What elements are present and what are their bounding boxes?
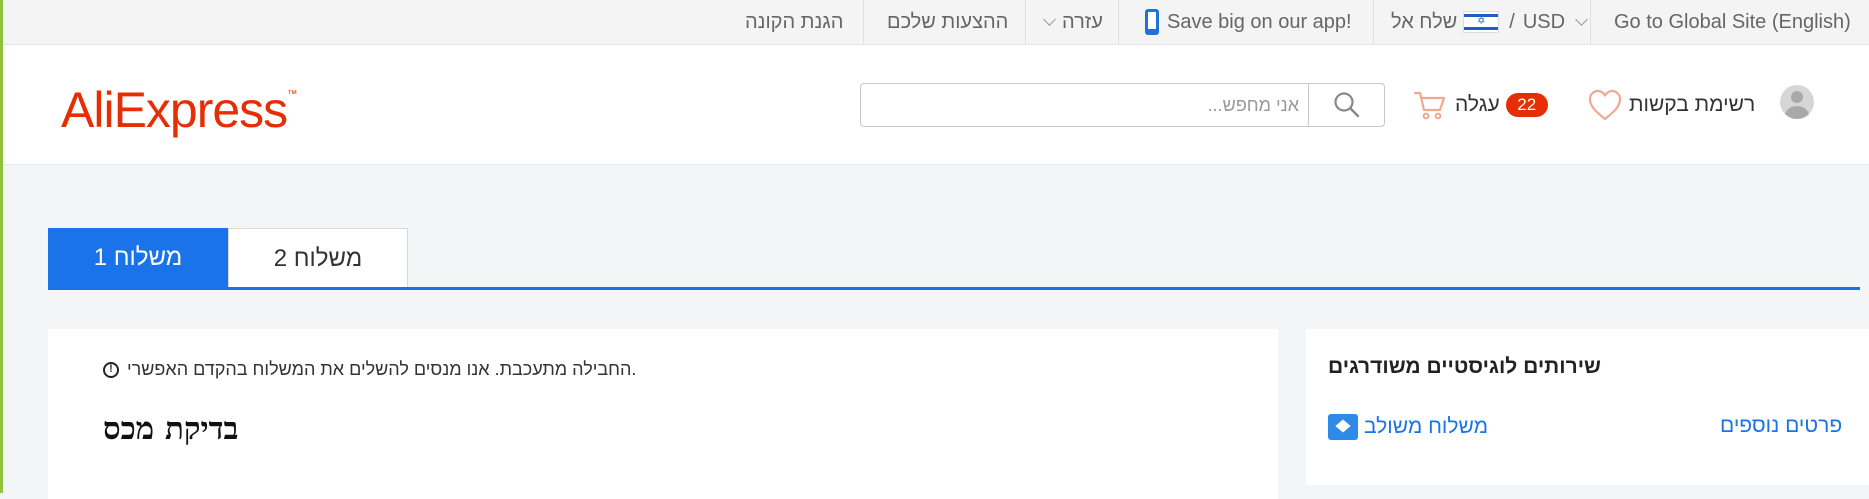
search-box — [860, 83, 1385, 127]
app-promo-link[interactable]: Save big on our app! — [1145, 0, 1352, 44]
wishlist-label: רשימת בקשות — [1629, 93, 1756, 116]
divider — [1590, 0, 1591, 44]
delay-notice: ! החבילה מתעכבת. אנו מנסים להשלים את המש… — [103, 359, 636, 380]
chevron-down-icon — [1575, 13, 1588, 26]
tab-shipment-1[interactable]: משלוח 1 — [48, 228, 228, 288]
chevron-down-icon — [1043, 13, 1056, 26]
global-site-link[interactable]: Go to Global Site (English) — [1614, 0, 1851, 44]
ship-to-currency-selector[interactable]: שלח אל ✡ / USD — [1391, 0, 1592, 44]
wishlist-button[interactable]: רשימת בקשות — [1587, 85, 1755, 125]
divider — [1025, 0, 1026, 44]
tab-underline — [48, 287, 1860, 290]
divider — [1373, 0, 1374, 44]
aliexpress-logo[interactable]: AliExpress™ — [61, 81, 297, 139]
israel-flag-icon: ✡ — [1463, 11, 1500, 33]
currency-label: USD — [1522, 10, 1566, 33]
main-header: AliExpress™ עגלה 22 רשימת בקשות — [3, 45, 1869, 165]
more-details-link[interactable]: פרטים נוספים — [1720, 414, 1842, 438]
customs-inspection-title: בדיקת מכס — [103, 411, 239, 447]
tab-shipment-2[interactable]: משלוח 2 — [228, 228, 408, 288]
shipment-status-card: ! החבילה מתעכבת. אנו מנסים להשלים את המש… — [48, 329, 1278, 499]
phone-icon — [1145, 9, 1159, 35]
logistics-services-card: שירותים לוגיסטיים משודרגים משלוח משולב פ… — [1306, 329, 1869, 485]
heart-icon — [1588, 89, 1622, 121]
cart-count-badge: 22 — [1505, 93, 1548, 117]
delay-notice-text: החבילה מתעכבת. אנו מנסים להשלים את המשלו… — [127, 359, 637, 379]
cart-button[interactable]: עגלה 22 — [1413, 85, 1558, 125]
cart-label: עגלה — [1455, 93, 1500, 116]
ship-to-label: שלח אל — [1391, 10, 1458, 33]
logistics-services-title: שירותים לוגיסטיים משודרגים — [1328, 355, 1601, 378]
package-icon — [1328, 414, 1358, 440]
buyer-protection-link[interactable]: הגנת הקונה — [745, 0, 843, 44]
top-bar: הגנת הקונה ההצעות שלכם עזרה Save big on … — [3, 0, 1869, 45]
suggestions-link[interactable]: ההצעות שלכם — [887, 0, 1008, 44]
exclamation-circle-icon: ! — [103, 361, 119, 378]
search-button[interactable] — [1308, 84, 1384, 126]
help-menu[interactable]: עזרה — [1039, 0, 1103, 44]
search-icon — [1333, 92, 1359, 118]
divider — [863, 0, 864, 44]
cart-icon — [1413, 91, 1446, 120]
divider — [1118, 0, 1119, 44]
user-avatar-icon[interactable] — [1780, 85, 1814, 119]
combined-shipping-item: משלוח משולב — [1328, 414, 1488, 440]
combined-shipping-label: משלוח משולב — [1364, 415, 1489, 438]
search-input[interactable] — [861, 84, 1309, 126]
